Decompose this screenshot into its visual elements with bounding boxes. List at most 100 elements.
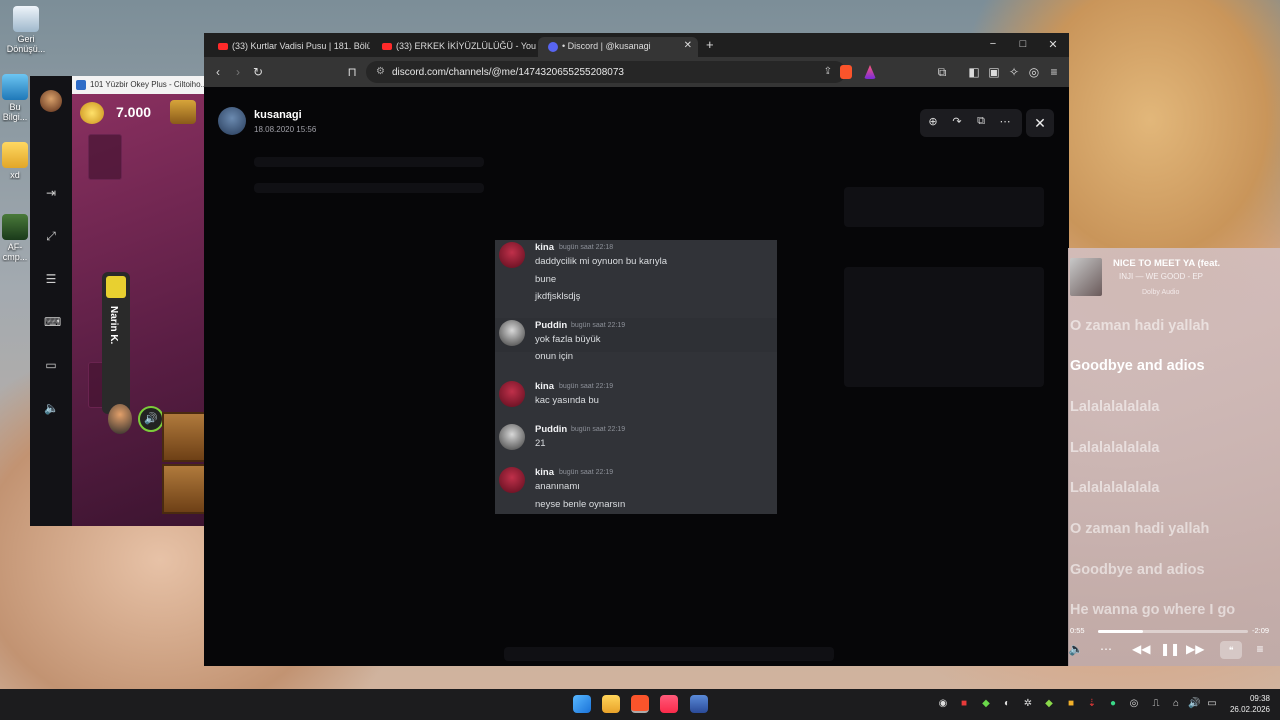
album-art[interactable] bbox=[1070, 258, 1102, 296]
lyric-line[interactable]: Lalalalalalala bbox=[1070, 440, 1159, 456]
close-window-button[interactable]: ✕ bbox=[1045, 38, 1061, 51]
bookmark-icon[interactable]: ⊓ bbox=[344, 65, 360, 79]
okey-game-icon[interactable] bbox=[690, 695, 708, 713]
more-icon[interactable]: ⋯ bbox=[998, 115, 1012, 128]
lyric-line-current[interactable]: Goodbye and adios bbox=[1070, 358, 1205, 374]
pause-icon[interactable]: ❚❚ bbox=[1160, 642, 1180, 656]
tab-discord[interactable]: • Discord | @kusanagi ✕ bbox=[538, 37, 698, 57]
volume-icon[interactable]: 🔈 bbox=[1068, 642, 1084, 656]
avatar bbox=[499, 467, 525, 493]
maximize-button[interactable]: □ bbox=[1015, 38, 1031, 50]
lyric-line[interactable]: Lalalalalalala bbox=[1070, 399, 1159, 415]
keyboard-icon[interactable]: ⌨ bbox=[44, 315, 61, 329]
exit-icon[interactable]: ⇥ bbox=[44, 186, 58, 200]
browser-window[interactable]: (33) Kurtlar Vadisi Pusu | 181. Bölüm (3… bbox=[204, 33, 1069, 666]
label-icon[interactable]: ▭ bbox=[44, 358, 58, 372]
tile-rack[interactable] bbox=[162, 464, 206, 514]
background-discord-ui bbox=[844, 187, 1044, 227]
tray-app-icon[interactable]: ◉ bbox=[937, 698, 949, 709]
close-tab-icon[interactable]: ✕ bbox=[684, 40, 692, 51]
lyric-line[interactable]: Lalalalalalala bbox=[1070, 480, 1159, 496]
site-info-icon[interactable]: ⚙ bbox=[376, 66, 385, 77]
screenshot-icon[interactable]: ⧉ bbox=[934, 65, 950, 80]
settings-sliders-icon[interactable]: ☰ bbox=[44, 272, 58, 286]
brave-browser-icon[interactable] bbox=[631, 695, 649, 713]
open-external-icon[interactable]: ⧉ bbox=[974, 115, 988, 128]
treasure-chest-icon[interactable] bbox=[170, 100, 196, 124]
tab-kurtlar-vadisi[interactable]: (33) Kurtlar Vadisi Pusu | 181. Bölüm bbox=[208, 37, 370, 57]
address-bar[interactable]: ⚙ discord.com/channels/@me/1474320655255… bbox=[366, 61, 846, 83]
microphone-icon[interactable]: ⎍ bbox=[1150, 698, 1162, 709]
more-icon[interactable]: ⋯ bbox=[1098, 642, 1114, 656]
lyric-line[interactable]: O zaman hadi yallah bbox=[1070, 521, 1209, 537]
wallet-icon[interactable]: ▣ bbox=[986, 65, 1002, 79]
file-explorer-icon[interactable] bbox=[602, 695, 620, 713]
reload-icon[interactable]: ↻ bbox=[250, 65, 266, 79]
player-name: Narin K. bbox=[108, 306, 119, 345]
forward-icon[interactable]: ↷ bbox=[950, 115, 964, 128]
rewind-icon[interactable]: ◀◀ bbox=[1132, 642, 1150, 656]
apple-music-icon[interactable] bbox=[660, 695, 678, 713]
leo-ai-icon[interactable]: ✧ bbox=[1006, 65, 1022, 79]
back-icon[interactable]: ‹ bbox=[210, 65, 226, 79]
lyric-line[interactable]: Goodbye and adios bbox=[1070, 562, 1205, 578]
game-window-titlebar[interactable]: 101 Yüzbir Okey Plus - Ciltoiho... bbox=[72, 76, 206, 94]
desktop-icon-video[interactable]: AF-cmp... bbox=[0, 214, 30, 262]
tab-erkek-ikiyuzlulugu[interactable]: (33) ERKEK İKİYÜZLÜLÜĞÜ - YouTube bbox=[372, 37, 536, 57]
lyric-line[interactable]: He wanna go where I go bbox=[1070, 602, 1235, 618]
message-line: yok fazla büyük bbox=[535, 334, 601, 345]
fullscreen-icon[interactable]: ⤢ bbox=[44, 229, 58, 243]
message-time: bugün saat 22:19 bbox=[571, 322, 626, 329]
new-tab-button[interactable]: + bbox=[706, 37, 714, 52]
message-author: kina bbox=[535, 467, 555, 478]
elapsed-time: 0:55 bbox=[1070, 626, 1085, 635]
queue-icon[interactable]: ≡ bbox=[1252, 642, 1268, 656]
menu-icon[interactable]: ≡ bbox=[1046, 65, 1062, 79]
close-viewer-button[interactable]: ✕ bbox=[1026, 109, 1054, 137]
tray-app-icon[interactable]: ✲ bbox=[1022, 698, 1034, 709]
discord-image-viewer-overlay[interactable]: kusanagi 18.08.2020 15:56 ⊕ ↷ ⧉ ⋯ ✕ kina… bbox=[204, 87, 1069, 666]
brave-shields-icon[interactable] bbox=[840, 65, 852, 79]
system-clock[interactable]: 09:38 26.02.2026 bbox=[1226, 693, 1270, 715]
message-author: kina bbox=[535, 242, 555, 253]
tray-app-icon[interactable]: ■ bbox=[1065, 698, 1077, 709]
network-icon[interactable]: ⌂ bbox=[1170, 698, 1182, 709]
volume-icon[interactable]: 🔊 bbox=[1188, 698, 1200, 709]
desktop-icon-this-pc[interactable]: Bu Bilgi... bbox=[0, 74, 30, 122]
avatar[interactable] bbox=[40, 90, 62, 112]
lyrics-icon[interactable]: ❝ bbox=[1220, 641, 1242, 659]
tray-app-icon[interactable]: ■ bbox=[958, 698, 970, 709]
fast-forward-icon[interactable]: ▶▶ bbox=[1186, 642, 1204, 656]
zoom-in-icon[interactable]: ⊕ bbox=[926, 115, 940, 128]
sidebar-icon[interactable]: ◧ bbox=[966, 65, 982, 79]
tray-app-icon[interactable]: ⇣ bbox=[1086, 698, 1098, 709]
tray-app-icon[interactable]: ◆ bbox=[980, 698, 992, 709]
tray-app-icon[interactable]: ◎ bbox=[1128, 698, 1140, 709]
share-icon[interactable]: ⇪ bbox=[824, 66, 832, 77]
taskbar: ◉ ■ ◆ ◐ ✲ ◆ ■ ⇣ ● ◎ ⎍ ⌂ 🔊 ▭ 09:38 26.02.… bbox=[0, 689, 1280, 720]
windows-start-icon[interactable] bbox=[573, 695, 591, 713]
tray-app-icon[interactable]: ◆ bbox=[1043, 698, 1055, 709]
lyric-line[interactable]: O zaman hadi yallah bbox=[1070, 318, 1209, 334]
desktop-icon-folder[interactable]: xd bbox=[0, 142, 30, 180]
message-line: jkdfjsklsdjş bbox=[535, 291, 581, 302]
volume-icon[interactable]: 🔈 bbox=[44, 401, 59, 415]
sound-toggle-button[interactable]: 🔊 bbox=[138, 406, 164, 432]
forward-icon[interactable]: › bbox=[230, 65, 246, 79]
battery-icon[interactable]: ▭ bbox=[1206, 698, 1218, 709]
progress-bar[interactable] bbox=[1098, 630, 1248, 633]
tray-app-icon[interactable]: ● bbox=[1107, 698, 1119, 709]
vpn-icon[interactable]: ◎ bbox=[1026, 65, 1042, 79]
tile-slot[interactable] bbox=[88, 134, 122, 180]
track-artist: INJI — WE GOOD - EP bbox=[1119, 272, 1204, 281]
desktop-icon-recycle-bin[interactable]: Geri Dönüşü... bbox=[4, 6, 48, 54]
avatar[interactable] bbox=[218, 107, 246, 135]
message-time: bugün saat 22:18 bbox=[559, 244, 614, 251]
music-player[interactable]: NICE TO MEET YA (feat. INJI — WE GOOD - … bbox=[1068, 248, 1280, 666]
minimize-button[interactable]: − bbox=[985, 38, 1001, 50]
tile-rack[interactable] bbox=[162, 412, 206, 462]
brave-rewards-icon[interactable] bbox=[864, 65, 876, 79]
tray-app-icon[interactable]: ◐ bbox=[1001, 698, 1013, 709]
message-line: daddycilik mi oynuon bu karıyla bbox=[535, 256, 668, 267]
okey-game-window[interactable]: 101 Yüzbir Okey Plus - Ciltoiho... ⇥ ⤢ ☰… bbox=[30, 76, 206, 526]
